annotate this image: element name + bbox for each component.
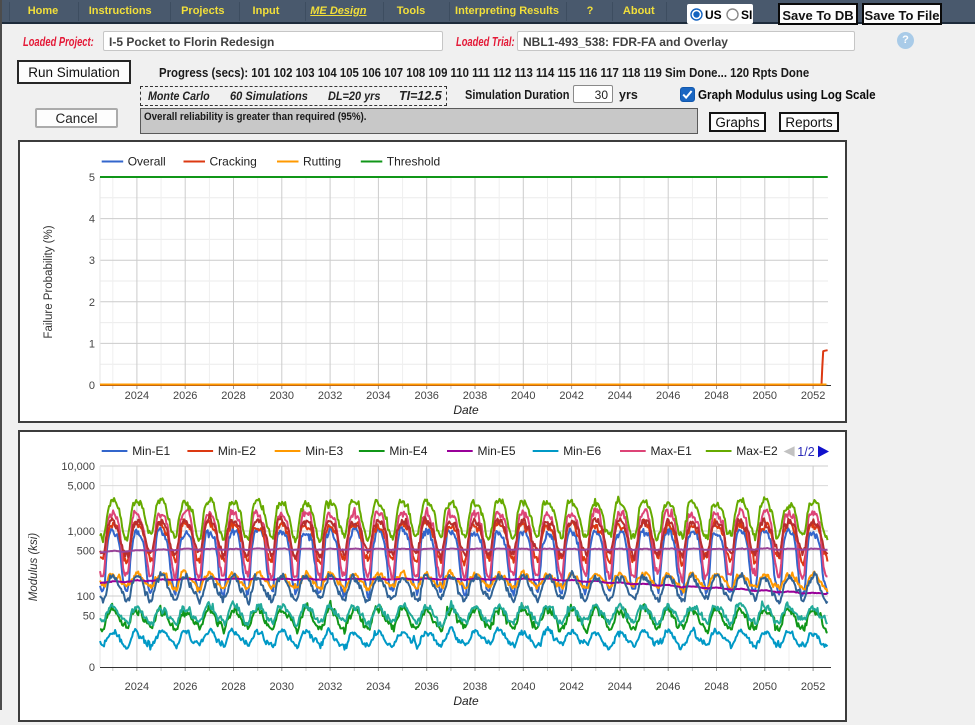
svg-text:2052: 2052 [801,390,825,402]
svg-text:2: 2 [89,297,95,309]
svg-text:2046: 2046 [656,681,680,693]
svg-text:2044: 2044 [608,681,632,693]
svg-text:Modulus (ksi): Modulus (ksi) [28,533,40,602]
svg-text:2028: 2028 [221,681,245,693]
svg-text:Min-E3: Min-E3 [305,444,343,458]
svg-text:Date: Date [453,403,479,417]
svg-text:2026: 2026 [173,681,197,693]
svg-text:2026: 2026 [173,390,197,402]
svg-text:5: 5 [89,172,95,184]
svg-text:Min-E5: Min-E5 [478,444,516,458]
svg-text:1/2: 1/2 [797,445,814,459]
svg-text:0: 0 [89,662,95,674]
svg-text:Min-E2: Min-E2 [218,444,256,458]
svg-text:Min-E6: Min-E6 [563,444,601,458]
svg-text:Max-E1: Max-E1 [651,444,693,458]
svg-text:2038: 2038 [463,390,487,402]
svg-text:2044: 2044 [608,390,632,402]
svg-text:Min-E4: Min-E4 [389,444,427,458]
svg-text:Cracking: Cracking [210,155,257,169]
svg-text:10,000: 10,000 [61,461,95,473]
svg-text:Threshold: Threshold [387,155,440,169]
svg-text:2030: 2030 [270,390,294,402]
svg-text:1,000: 1,000 [67,526,95,538]
svg-text:Max-E2: Max-E2 [736,444,778,458]
svg-text:2052: 2052 [801,681,825,693]
svg-text:2042: 2042 [559,390,583,402]
svg-text:2034: 2034 [366,390,390,402]
svg-text:2024: 2024 [125,390,149,402]
svg-text:2050: 2050 [753,681,777,693]
svg-text:1: 1 [89,338,95,350]
svg-text:2028: 2028 [221,390,245,402]
svg-text:500: 500 [77,546,95,558]
svg-text:2046: 2046 [656,390,680,402]
svg-text:2032: 2032 [318,681,342,693]
svg-text:2048: 2048 [704,390,728,402]
svg-text:50: 50 [83,611,95,623]
svg-text:Min-E1: Min-E1 [132,444,170,458]
svg-text:2050: 2050 [753,390,777,402]
svg-text:Failure Probability (%): Failure Probability (%) [43,225,55,338]
svg-text:2038: 2038 [463,681,487,693]
svg-text:2040: 2040 [511,390,535,402]
svg-text:5,000: 5,000 [67,481,95,493]
svg-text:2036: 2036 [414,681,438,693]
svg-text:2024: 2024 [125,681,149,693]
svg-text:2040: 2040 [511,681,535,693]
svg-text:2042: 2042 [559,681,583,693]
svg-text:3: 3 [89,255,95,267]
svg-text:2048: 2048 [704,681,728,693]
svg-text:Overall: Overall [128,155,166,169]
svg-text:2032: 2032 [318,390,342,402]
svg-text:Rutting: Rutting [303,155,341,169]
svg-text:0: 0 [89,380,95,392]
svg-text:2034: 2034 [366,681,390,693]
svg-text:2030: 2030 [270,681,294,693]
svg-text:100: 100 [77,591,95,603]
svg-text:Date: Date [453,694,479,708]
svg-text:4: 4 [89,214,95,226]
svg-text:2036: 2036 [414,390,438,402]
